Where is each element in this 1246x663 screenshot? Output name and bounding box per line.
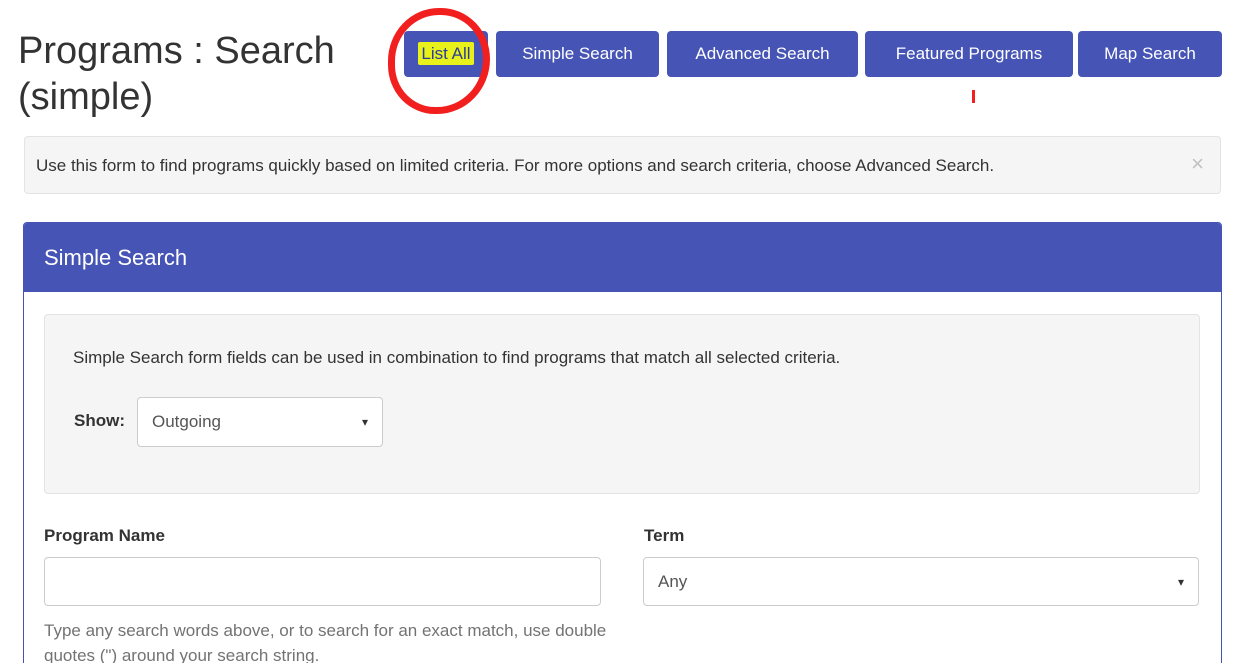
chevron-down-icon: ▾ [1177, 575, 1184, 589]
page-title: Programs : Search (simple) [18, 30, 335, 118]
program-name-input[interactable] [44, 557, 601, 606]
simple-search-button[interactable]: Simple Search [496, 31, 659, 77]
help-text: Type any search words above, or to searc… [44, 621, 607, 663]
show-select-value: Outgoing [152, 412, 221, 431]
panel-title: Simple Search [24, 223, 1221, 292]
chevron-down-icon: ▾ [361, 415, 368, 429]
info-alert-text: Use this form to find programs quickly b… [36, 156, 995, 175]
show-select[interactable]: Outgoing ▾ [137, 397, 383, 447]
criteria-well: Simple Search form fields can be used in… [44, 314, 1200, 494]
term-label: Term [644, 526, 685, 545]
featured-programs-button[interactable]: Featured Programs [865, 31, 1073, 77]
map-search-button[interactable]: Map Search [1078, 31, 1222, 77]
term-select-value: Any [658, 572, 688, 591]
close-icon[interactable]: × [1191, 153, 1204, 175]
page: Programs : Search (simple) List All Simp… [0, 0, 1246, 663]
simple-search-panel: Simple Search Simple Search form fields … [23, 222, 1222, 663]
list-all-button[interactable]: List All [404, 31, 488, 77]
info-alert: Use this form to find programs quickly b… [24, 136, 1221, 194]
criteria-description: Simple Search form fields can be used in… [73, 348, 841, 367]
annotation-mark [972, 90, 975, 103]
list-all-label: List All [418, 42, 474, 65]
advanced-search-button[interactable]: Advanced Search [667, 31, 858, 77]
term-select[interactable]: Any ▾ [643, 557, 1199, 606]
program-name-label: Program Name [44, 526, 165, 545]
show-label: Show: [74, 411, 125, 430]
